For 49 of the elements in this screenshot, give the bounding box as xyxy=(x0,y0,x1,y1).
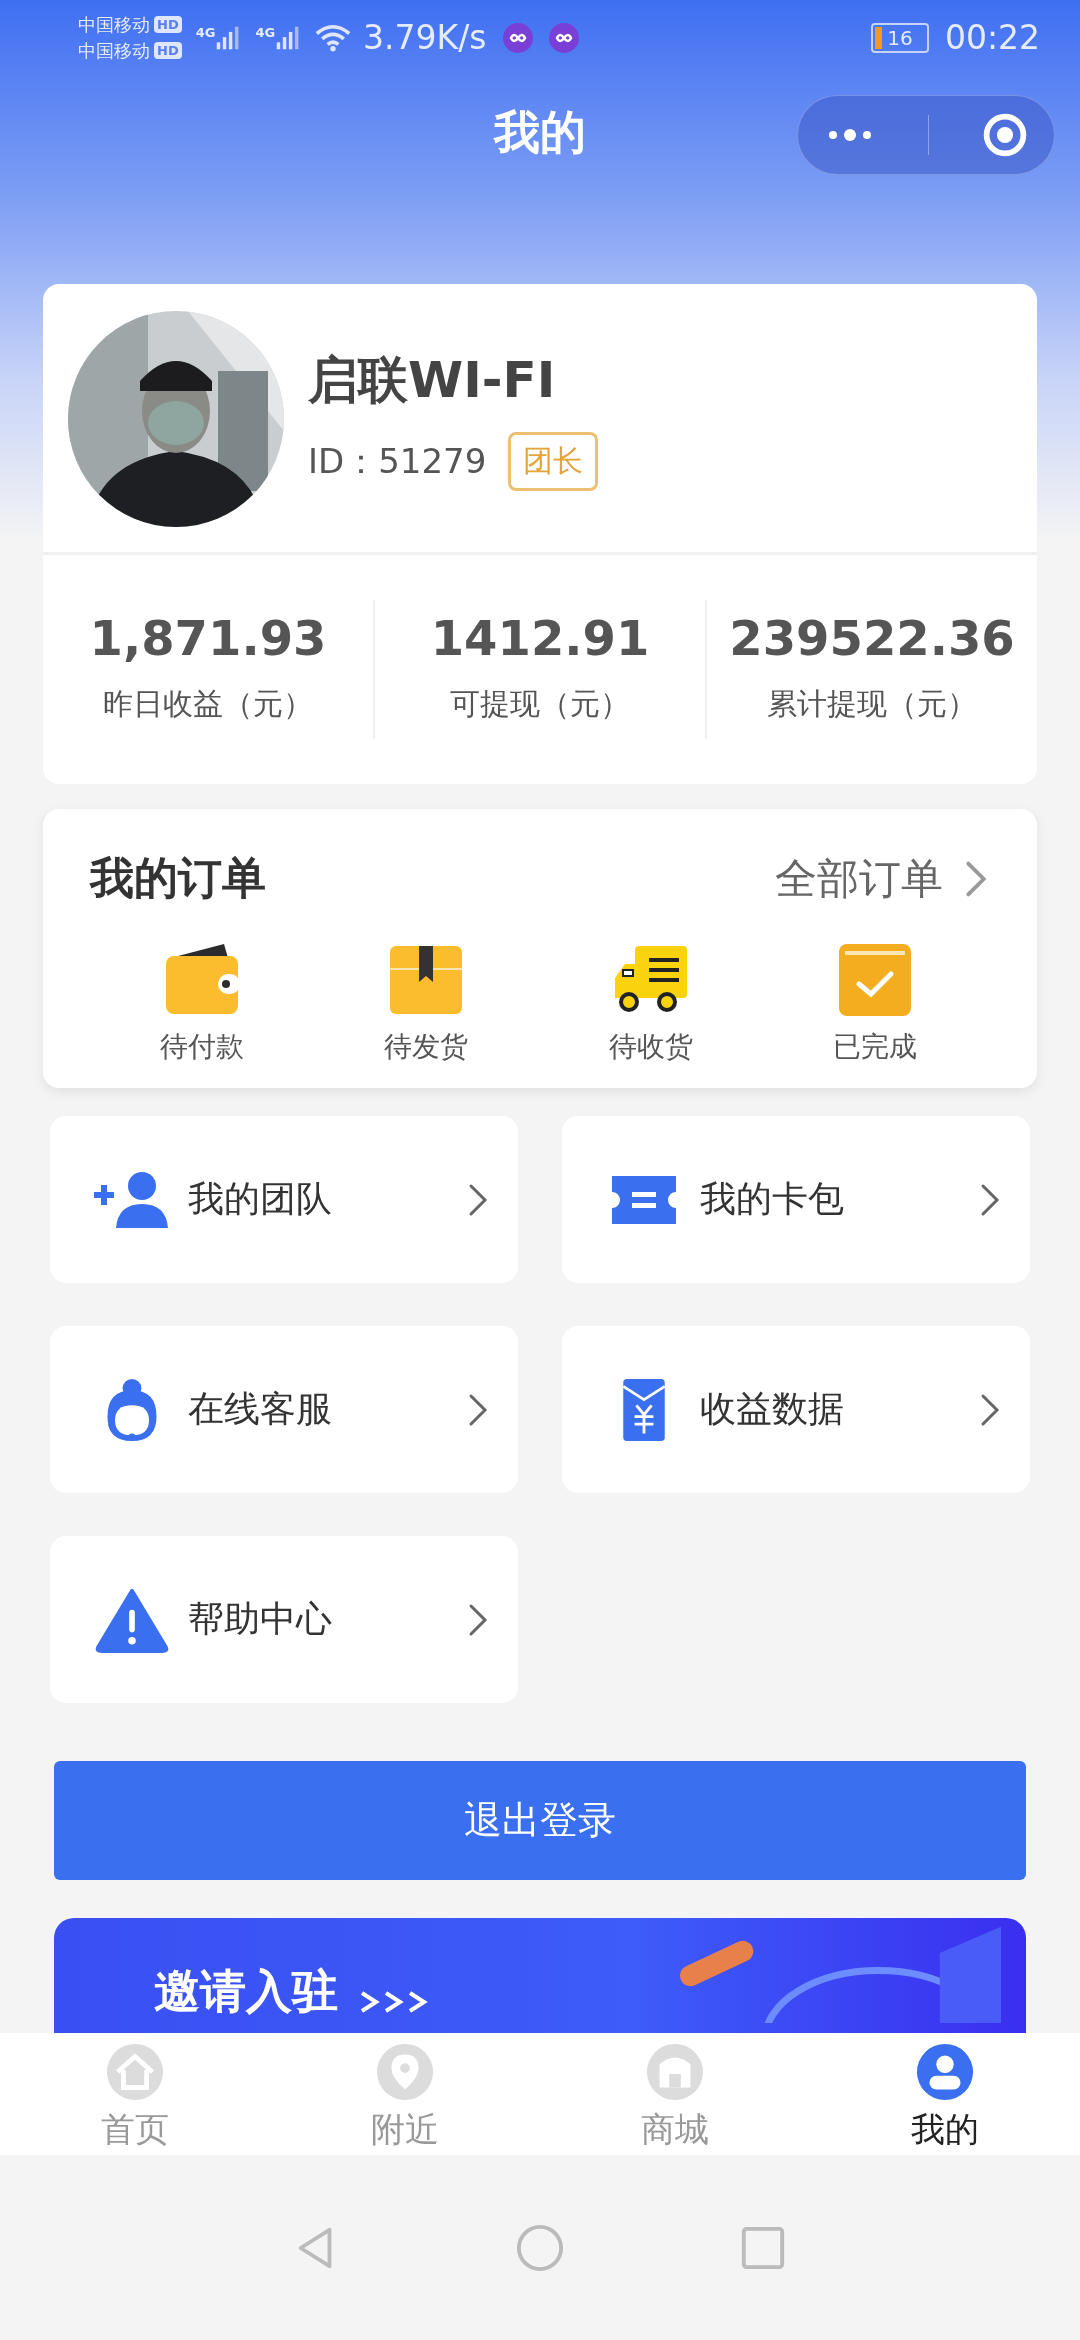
order-status-label: 待付款 xyxy=(160,1029,245,1065)
chevron-right-icon xyxy=(468,1392,488,1427)
chevron-right-icon xyxy=(965,859,987,898)
notification-icon xyxy=(502,22,533,53)
tab[interactable]: 我的 xyxy=(810,2033,1080,2155)
house-icon xyxy=(106,2043,164,2101)
chevron-right-icon xyxy=(980,1392,1000,1427)
order-status-label: 待发货 xyxy=(384,1029,469,1065)
shop-icon xyxy=(646,2043,704,2101)
page-title: 我的 xyxy=(494,103,586,161)
clock: 00:22 xyxy=(944,18,1040,57)
battery-icon: 16 xyxy=(870,22,929,53)
network-label: 4G xyxy=(255,24,276,40)
menu-item[interactable]: 帮助中心 xyxy=(50,1536,518,1703)
logout-button[interactable]: 退出登录 xyxy=(54,1761,1026,1880)
menu-item[interactable]: 收益数据 xyxy=(562,1326,1030,1493)
user-name: 启联WI-FI xyxy=(308,350,557,411)
user-icon xyxy=(916,2043,974,2101)
carrier-name: 中国移动 xyxy=(78,12,150,37)
menu-item[interactable]: 我的团队 xyxy=(50,1116,518,1283)
hd-badge: HD xyxy=(154,42,182,59)
hd-badge: HD xyxy=(154,16,182,33)
location-pin-icon xyxy=(376,2043,434,2101)
user-id: ID：51279 xyxy=(308,439,487,483)
stat-value: 1,871.93 xyxy=(89,610,327,666)
stat-value: 239522.36 xyxy=(729,610,1015,666)
role-badge: 团长 xyxy=(508,432,599,491)
stat-label: 可提现（元） xyxy=(450,685,630,723)
chevron-right-icon xyxy=(980,1182,1000,1217)
chevron-right-icon xyxy=(468,1602,488,1637)
menu-item[interactable]: 我的卡包 xyxy=(562,1116,1030,1283)
all-orders-link[interactable]: 全部订单 xyxy=(775,850,943,907)
order-status-label: 已完成 xyxy=(832,1029,917,1065)
invite-banner[interactable]: 邀请入驻 xyxy=(54,1918,1026,2033)
stat-value: 1412.91 xyxy=(430,610,650,666)
section-title: 我的订单 xyxy=(90,851,266,905)
network-label: 4G xyxy=(195,24,216,40)
carrier-name: 中国移动 xyxy=(78,38,150,63)
chevron-right-icon xyxy=(468,1182,488,1217)
wifi-icon xyxy=(315,22,352,53)
checkmark-icon[interactable] xyxy=(836,944,913,1016)
wallet-icon[interactable] xyxy=(164,944,241,1016)
box-icon[interactable] xyxy=(388,944,465,1016)
notification-icon xyxy=(548,22,579,53)
stat-label: 累计提现（元） xyxy=(767,685,977,723)
stat-label: 昨日收益（元） xyxy=(103,685,313,723)
network-speed: 3.79K/s xyxy=(363,18,487,57)
order-status-label: 待收货 xyxy=(608,1029,693,1065)
menu-item[interactable]: 在线客服 xyxy=(50,1326,518,1493)
